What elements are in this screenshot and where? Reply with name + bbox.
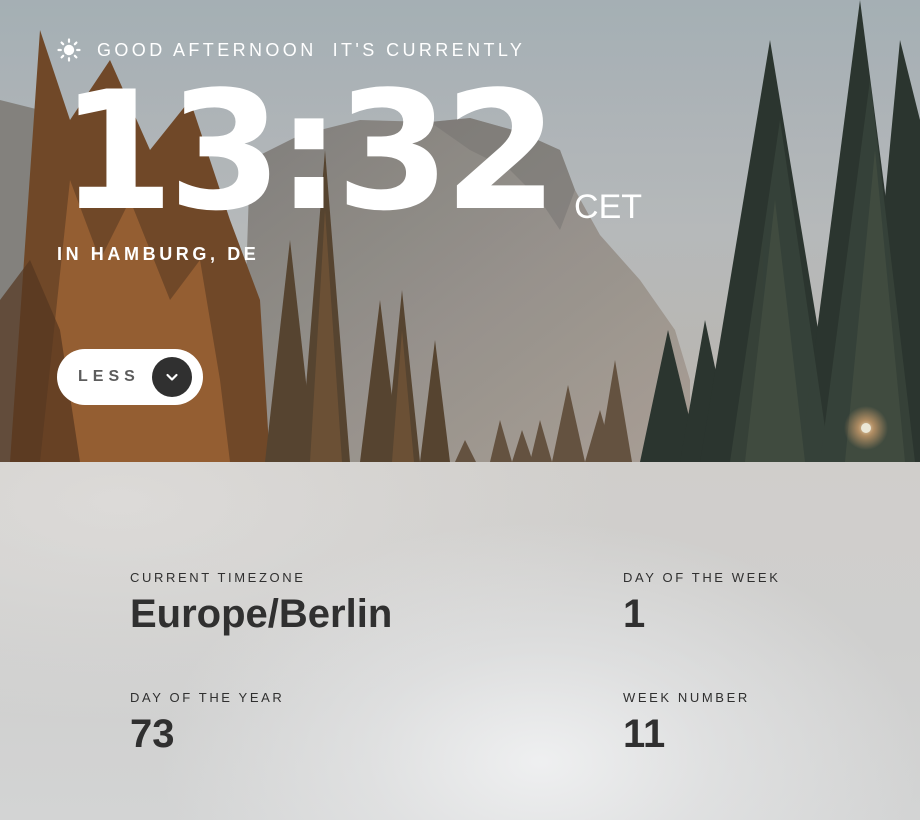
- location: IN HAMBURG, DE: [57, 244, 260, 264]
- stat-day-of-year: DAY OF THE YEAR 73: [130, 690, 284, 757]
- chevron-down-icon[interactable]: [152, 357, 192, 397]
- clock: 13:32 CET: [60, 70, 642, 234]
- stat-day-of-week: DAY OF THE WEEK 1: [623, 570, 780, 637]
- current-time: 13:32: [60, 56, 558, 247]
- stat-current-timezone: CURRENT TIMEZONE Europe/Berlin: [130, 570, 392, 637]
- stat-label: DAY OF THE WEEK: [623, 570, 781, 585]
- chevron-down-glyph: [166, 373, 178, 381]
- stat-value: 73: [130, 712, 175, 756]
- stat-label: DAY OF THE YEAR: [130, 690, 285, 705]
- stat-value: 1: [623, 592, 646, 636]
- stat-label: WEEK NUMBER: [623, 690, 750, 705]
- stat-week-number: WEEK NUMBER 11: [623, 690, 750, 757]
- stat-label: CURRENT TIMEZONE: [130, 570, 306, 585]
- timezone-abbreviation: CET: [574, 188, 643, 226]
- stat-value: Europe/Berlin: [130, 592, 393, 636]
- less-button-label: LESS: [78, 368, 140, 385]
- less-button[interactable]: LESS: [57, 349, 203, 405]
- details-panel: CURRENT TIMEZONE Europe/Berlin DAY OF TH…: [0, 462, 920, 820]
- stat-value: 11: [623, 712, 666, 756]
